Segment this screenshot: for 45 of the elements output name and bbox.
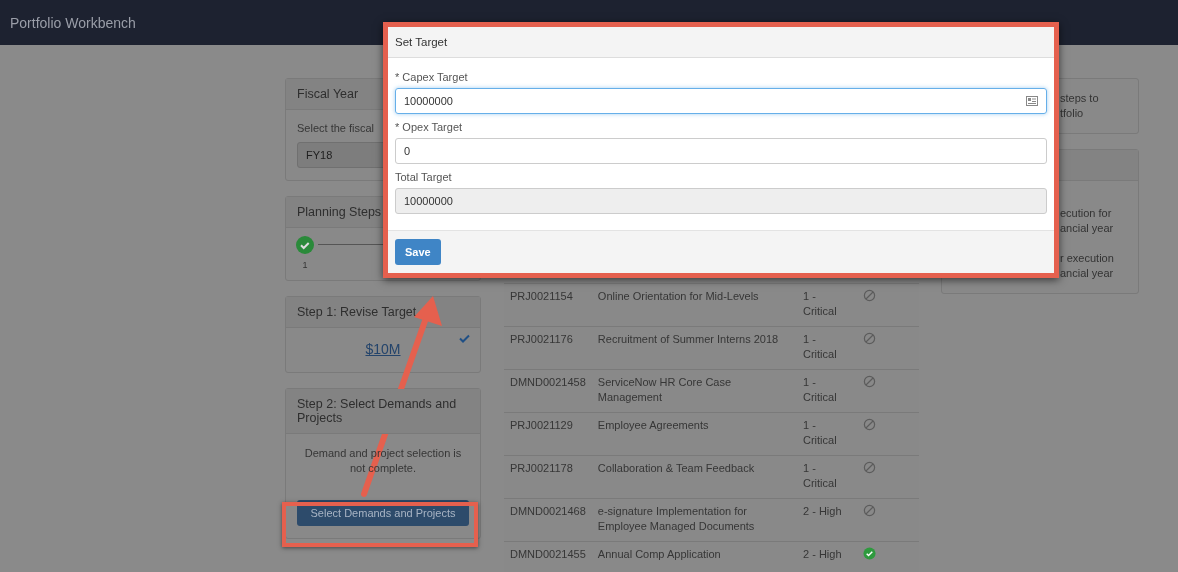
- table-cell: DMND0021455: [504, 541, 592, 572]
- table-cell: 1 - Critical: [797, 455, 857, 499]
- blocked-icon: [863, 289, 876, 302]
- table-cell: Online Orientation for Mid-Levels: [591, 283, 797, 327]
- table-cell: 1 - Critical: [797, 326, 857, 370]
- table-cell: e-signature Implementation for Employee Managed Documents: [591, 498, 797, 542]
- field-label: Total Target: [395, 171, 453, 183]
- check-circle-icon: [863, 547, 876, 560]
- field-label: * Opex Target: [395, 121, 464, 133]
- card-icon: [1026, 96, 1038, 106]
- blocked-icon: [863, 504, 876, 517]
- blocked-icon: [863, 375, 876, 388]
- table-cell: 1 - Critical: [797, 412, 857, 456]
- blocked-icon: [863, 461, 876, 474]
- table-cell: PRJ0021129: [504, 412, 592, 456]
- table-cell: 1 - Critical: [797, 283, 857, 327]
- app-title: Portfolio Workbench: [10, 14, 136, 31]
- input-field: 10000000: [395, 188, 1047, 214]
- info-text: ecution for ancial year: [1060, 206, 1115, 236]
- table-cell: DMND0021458: [504, 369, 592, 413]
- target-link[interactable]: $10M: [365, 341, 401, 357]
- table-cell: Collaboration & Team Feedback: [591, 455, 797, 499]
- table-cell: PRJ0021176: [504, 326, 592, 370]
- table-cell: 2 - High: [797, 541, 857, 572]
- panel-title: Step 2: Select Demands and Projects: [286, 389, 480, 434]
- panel-title: Step 1: Revise Target: [286, 297, 480, 328]
- input-field[interactable]: 10000000: [395, 88, 1047, 114]
- table-cell: Recruitment of Summer Interns 2018: [591, 326, 797, 370]
- table-cell: PRJ0021154: [504, 283, 592, 327]
- info-text: steps to tfolio: [1060, 91, 1100, 121]
- save-button[interactable]: Save: [395, 239, 441, 265]
- info-text: r execution ancial year: [1060, 251, 1115, 281]
- table-cell: Employee Agreements: [591, 412, 797, 456]
- step-number: 1: [302, 260, 308, 270]
- table-cell: Annual Comp Application: [591, 541, 797, 572]
- table-cell: DMND0021468: [504, 498, 592, 542]
- input-field[interactable]: 0: [395, 138, 1047, 164]
- fiscal-year-prompt: Select the fiscal: [297, 122, 375, 134]
- blocked-icon: [863, 332, 876, 345]
- table-cell: ServiceNow HR Core Case Management: [591, 369, 797, 413]
- table-cell: 2 - High: [797, 498, 857, 542]
- table-cell: 1 - Critical: [797, 369, 857, 413]
- table-cell: PRJ0021178: [504, 455, 592, 499]
- dialog-title: Set Target: [388, 27, 1054, 58]
- blocked-icon: [863, 418, 876, 431]
